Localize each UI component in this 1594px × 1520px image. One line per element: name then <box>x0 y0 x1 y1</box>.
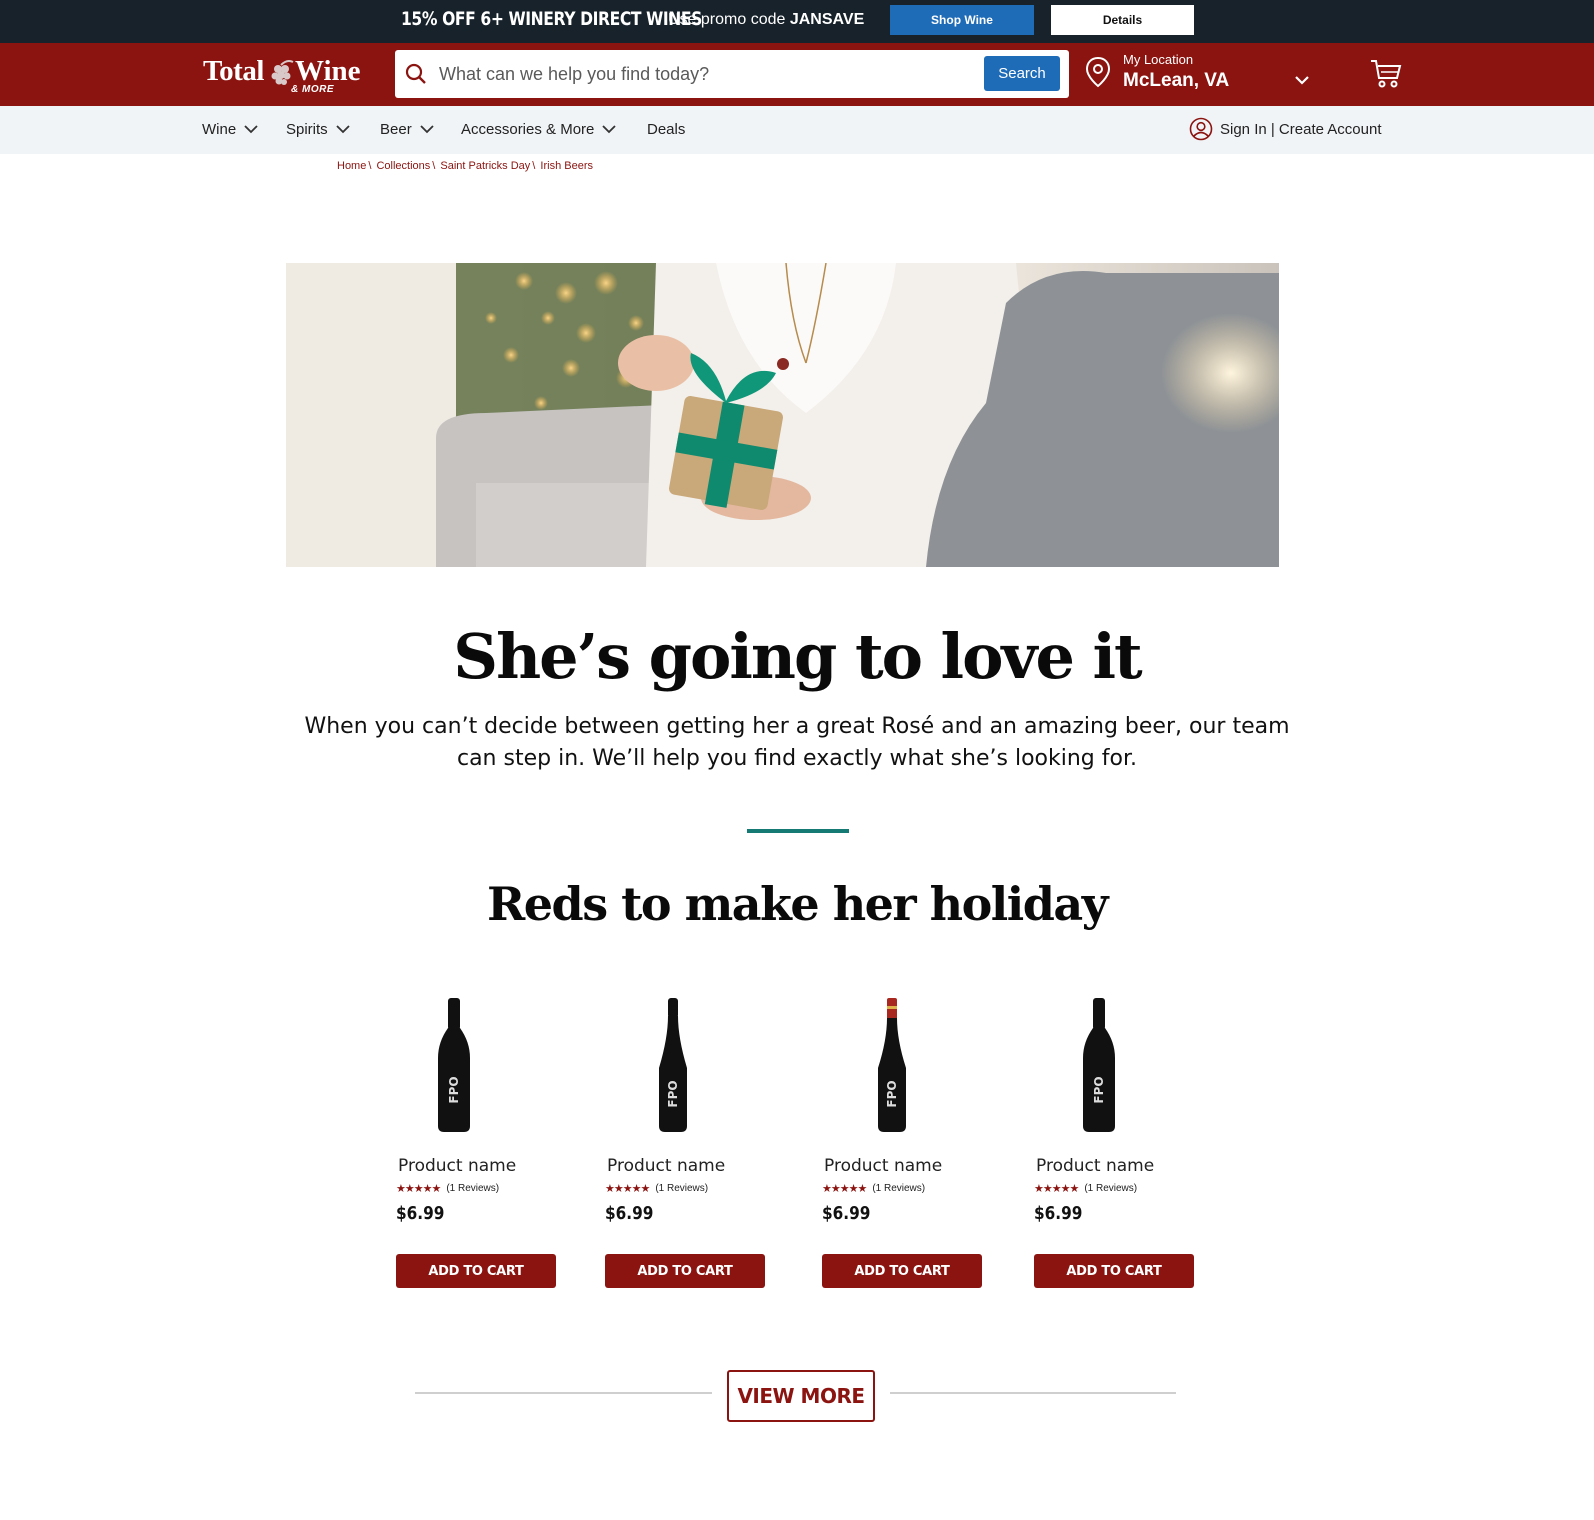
hero-image <box>286 263 1279 567</box>
page-description: When you can’t decide between getting he… <box>304 714 1290 771</box>
product-card[interactable]: FPO Product name ★★★★★ (1 Reviews) $6.99 … <box>396 998 566 1298</box>
nav-item-label: Spirits <box>286 121 328 138</box>
breadcrumb-item[interactable]: Irish Beers <box>540 160 593 172</box>
breadcrumb: Home \ Collections \ Saint Patricks Day \ I… <box>337 160 593 172</box>
product-price: $6.99 <box>396 1203 445 1224</box>
nav-item-accessories[interactable]: Accessories & More <box>461 121 617 138</box>
wine-bottle-image: FPO <box>878 998 906 1132</box>
add-to-cart-button[interactable]: ADD TO CART <box>396 1254 556 1288</box>
product-card[interactable]: FPO Product name ★★★★★ (1 Reviews) $6.99 … <box>822 998 992 1298</box>
product-price: $6.99 <box>822 1203 871 1224</box>
product-name[interactable]: Product name <box>607 1156 725 1176</box>
nav-item-spirits[interactable]: Spirits <box>286 121 350 138</box>
product-name[interactable]: Product name <box>398 1156 516 1176</box>
main-nav: Wine Spirits Beer Accessories & More Dea… <box>0 106 1594 154</box>
star-rating-icons: ★★★★★ <box>396 1183 441 1195</box>
review-count[interactable]: (1 Reviews) <box>655 1183 708 1194</box>
nav-item-wine[interactable]: Wine <box>202 121 258 138</box>
nav-item-beer[interactable]: Beer <box>380 121 434 138</box>
details-button[interactable]: Details <box>1051 5 1194 35</box>
site-header: Total Wine & MORE Search My Location McL… <box>0 43 1594 106</box>
product-rating: ★★★★★ (1 Reviews) <box>822 1182 925 1195</box>
logo-more-text: & MORE <box>291 84 334 95</box>
nav-item-label: Wine <box>202 121 237 138</box>
review-count[interactable]: (1 Reviews) <box>446 1183 499 1194</box>
product-name[interactable]: Product name <box>1036 1156 1154 1176</box>
star-rating-icons: ★★★★★ <box>822 1183 867 1195</box>
star-rating-icons: ★★★★★ <box>605 1183 650 1195</box>
section-divider <box>747 829 849 833</box>
search-bar: Search <box>395 50 1069 98</box>
add-to-cart-button[interactable]: ADD TO CART <box>605 1254 765 1288</box>
product-card[interactable]: FPO Product name ★★★★★ (1 Reviews) $6.99 … <box>605 998 775 1298</box>
promo-code-text: Use promo code JANSAVE <box>668 11 864 29</box>
wine-bottle-image: FPO <box>438 998 470 1132</box>
bottle-label: FPO <box>447 1076 461 1103</box>
promo-headline: 15% OFF 6+ WINERY DIRECT WINES <box>401 8 702 30</box>
chevron-down-icon <box>602 125 617 134</box>
breadcrumb-item[interactable]: Collections <box>376 160 430 172</box>
logo-total-text: Total <box>203 55 264 87</box>
search-input[interactable] <box>439 58 959 90</box>
promo-code-prefix: Use promo code <box>668 11 790 28</box>
location-value: McLean, VA <box>1123 70 1230 91</box>
bottle-label: FPO <box>666 1080 680 1107</box>
view-more-divider-right <box>890 1392 1176 1394</box>
nav-item-deals[interactable]: Deals <box>647 121 685 138</box>
nav-item-label: Deals <box>647 121 686 138</box>
wine-bottle-image: FPO <box>1083 998 1115 1132</box>
bottle-label: FPO <box>1092 1076 1106 1103</box>
nav-item-label: Beer <box>380 121 412 138</box>
location-pin-icon <box>1085 56 1111 93</box>
location-selector[interactable]: My Location McLean, VA <box>1085 50 1325 98</box>
product-rating: ★★★★★ (1 Reviews) <box>396 1182 499 1195</box>
product-price: $6.99 <box>605 1203 654 1224</box>
cart-icon[interactable] <box>1369 58 1403 95</box>
promo-bar: 15% OFF 6+ WINERY DIRECT WINES Use promo… <box>0 0 1594 43</box>
chevron-down-icon <box>420 125 434 134</box>
user-icon <box>1189 117 1213 141</box>
chevron-down-icon <box>336 125 350 134</box>
breadcrumb-item[interactable]: Home <box>337 160 366 172</box>
product-card[interactable]: FPO Product name ★★★★★ (1 Reviews) $6.99 … <box>1034 998 1204 1298</box>
product-name[interactable]: Product name <box>824 1156 942 1176</box>
chevron-down-icon <box>244 125 258 134</box>
review-count[interactable]: (1 Reviews) <box>872 1183 925 1194</box>
product-rating: ★★★★★ (1 Reviews) <box>605 1182 708 1195</box>
sign-in-link[interactable]: Sign In | Create Account <box>1189 117 1382 141</box>
wine-bottle-image: FPO <box>659 998 687 1132</box>
view-more-divider-left <box>415 1392 712 1394</box>
product-price: $6.99 <box>1034 1203 1083 1224</box>
shop-wine-button[interactable]: Shop Wine <box>890 5 1034 35</box>
location-label: My Location <box>1123 52 1194 67</box>
page-title: She’s going to love it <box>453 620 1142 693</box>
star-rating-icons: ★★★★★ <box>1034 1183 1079 1195</box>
section-title: Reds to make her holiday <box>487 877 1108 931</box>
promo-code: JANSAVE <box>789 11 865 28</box>
nav-item-label: Accessories & More <box>461 121 595 138</box>
chevron-down-icon <box>1294 72 1310 90</box>
search-icon <box>405 63 427 90</box>
sign-in-label: Sign In | Create Account <box>1220 120 1382 138</box>
bottle-label: FPO <box>885 1080 899 1107</box>
product-rating: ★★★★★ (1 Reviews) <box>1034 1182 1137 1195</box>
add-to-cart-button[interactable]: ADD TO CART <box>1034 1254 1194 1288</box>
breadcrumb-item[interactable]: Saint Patricks Day <box>440 160 530 172</box>
total-wine-logo[interactable]: Total Wine & MORE <box>203 55 373 97</box>
search-button[interactable]: Search <box>984 56 1060 91</box>
review-count[interactable]: (1 Reviews) <box>1084 1183 1137 1194</box>
add-to-cart-button[interactable]: ADD TO CART <box>822 1254 982 1288</box>
view-more-button[interactable]: VIEW MORE <box>727 1370 875 1422</box>
